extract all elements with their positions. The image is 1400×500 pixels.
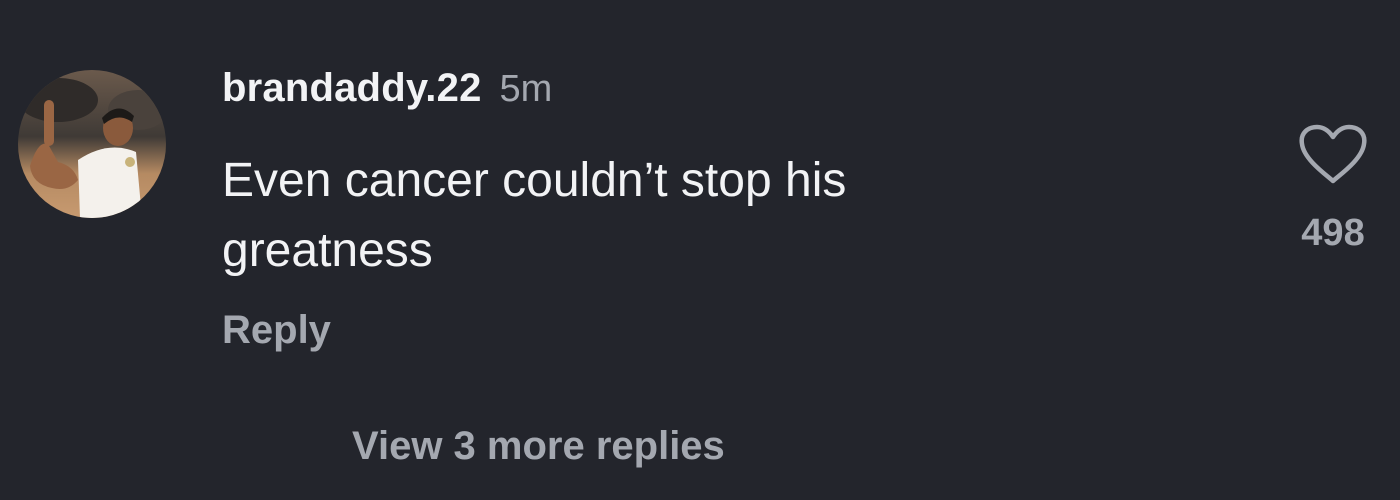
like-count: 498 xyxy=(1301,212,1365,254)
comment-text: Even cancer couldn’t stop his greatness xyxy=(222,146,1122,286)
timestamp: 5m xyxy=(499,68,553,110)
comment-item: brandaddy.22 5m Even cancer couldn’t sto… xyxy=(0,0,1400,500)
comment-header: brandaddy.22 5m xyxy=(222,66,552,116)
username-link[interactable]: brandaddy.22 xyxy=(222,66,482,111)
comment-text-line: Even cancer couldn’t stop his xyxy=(222,154,847,207)
comment-text-line: greatness xyxy=(222,224,433,277)
heart-outline-icon xyxy=(1299,124,1367,184)
avatar[interactable] xyxy=(18,70,166,218)
like-button[interactable] xyxy=(1298,124,1368,186)
view-more-replies-button[interactable]: View 3 more replies xyxy=(352,424,725,469)
avatar-photo xyxy=(18,70,166,218)
reply-button[interactable]: Reply xyxy=(222,308,331,353)
